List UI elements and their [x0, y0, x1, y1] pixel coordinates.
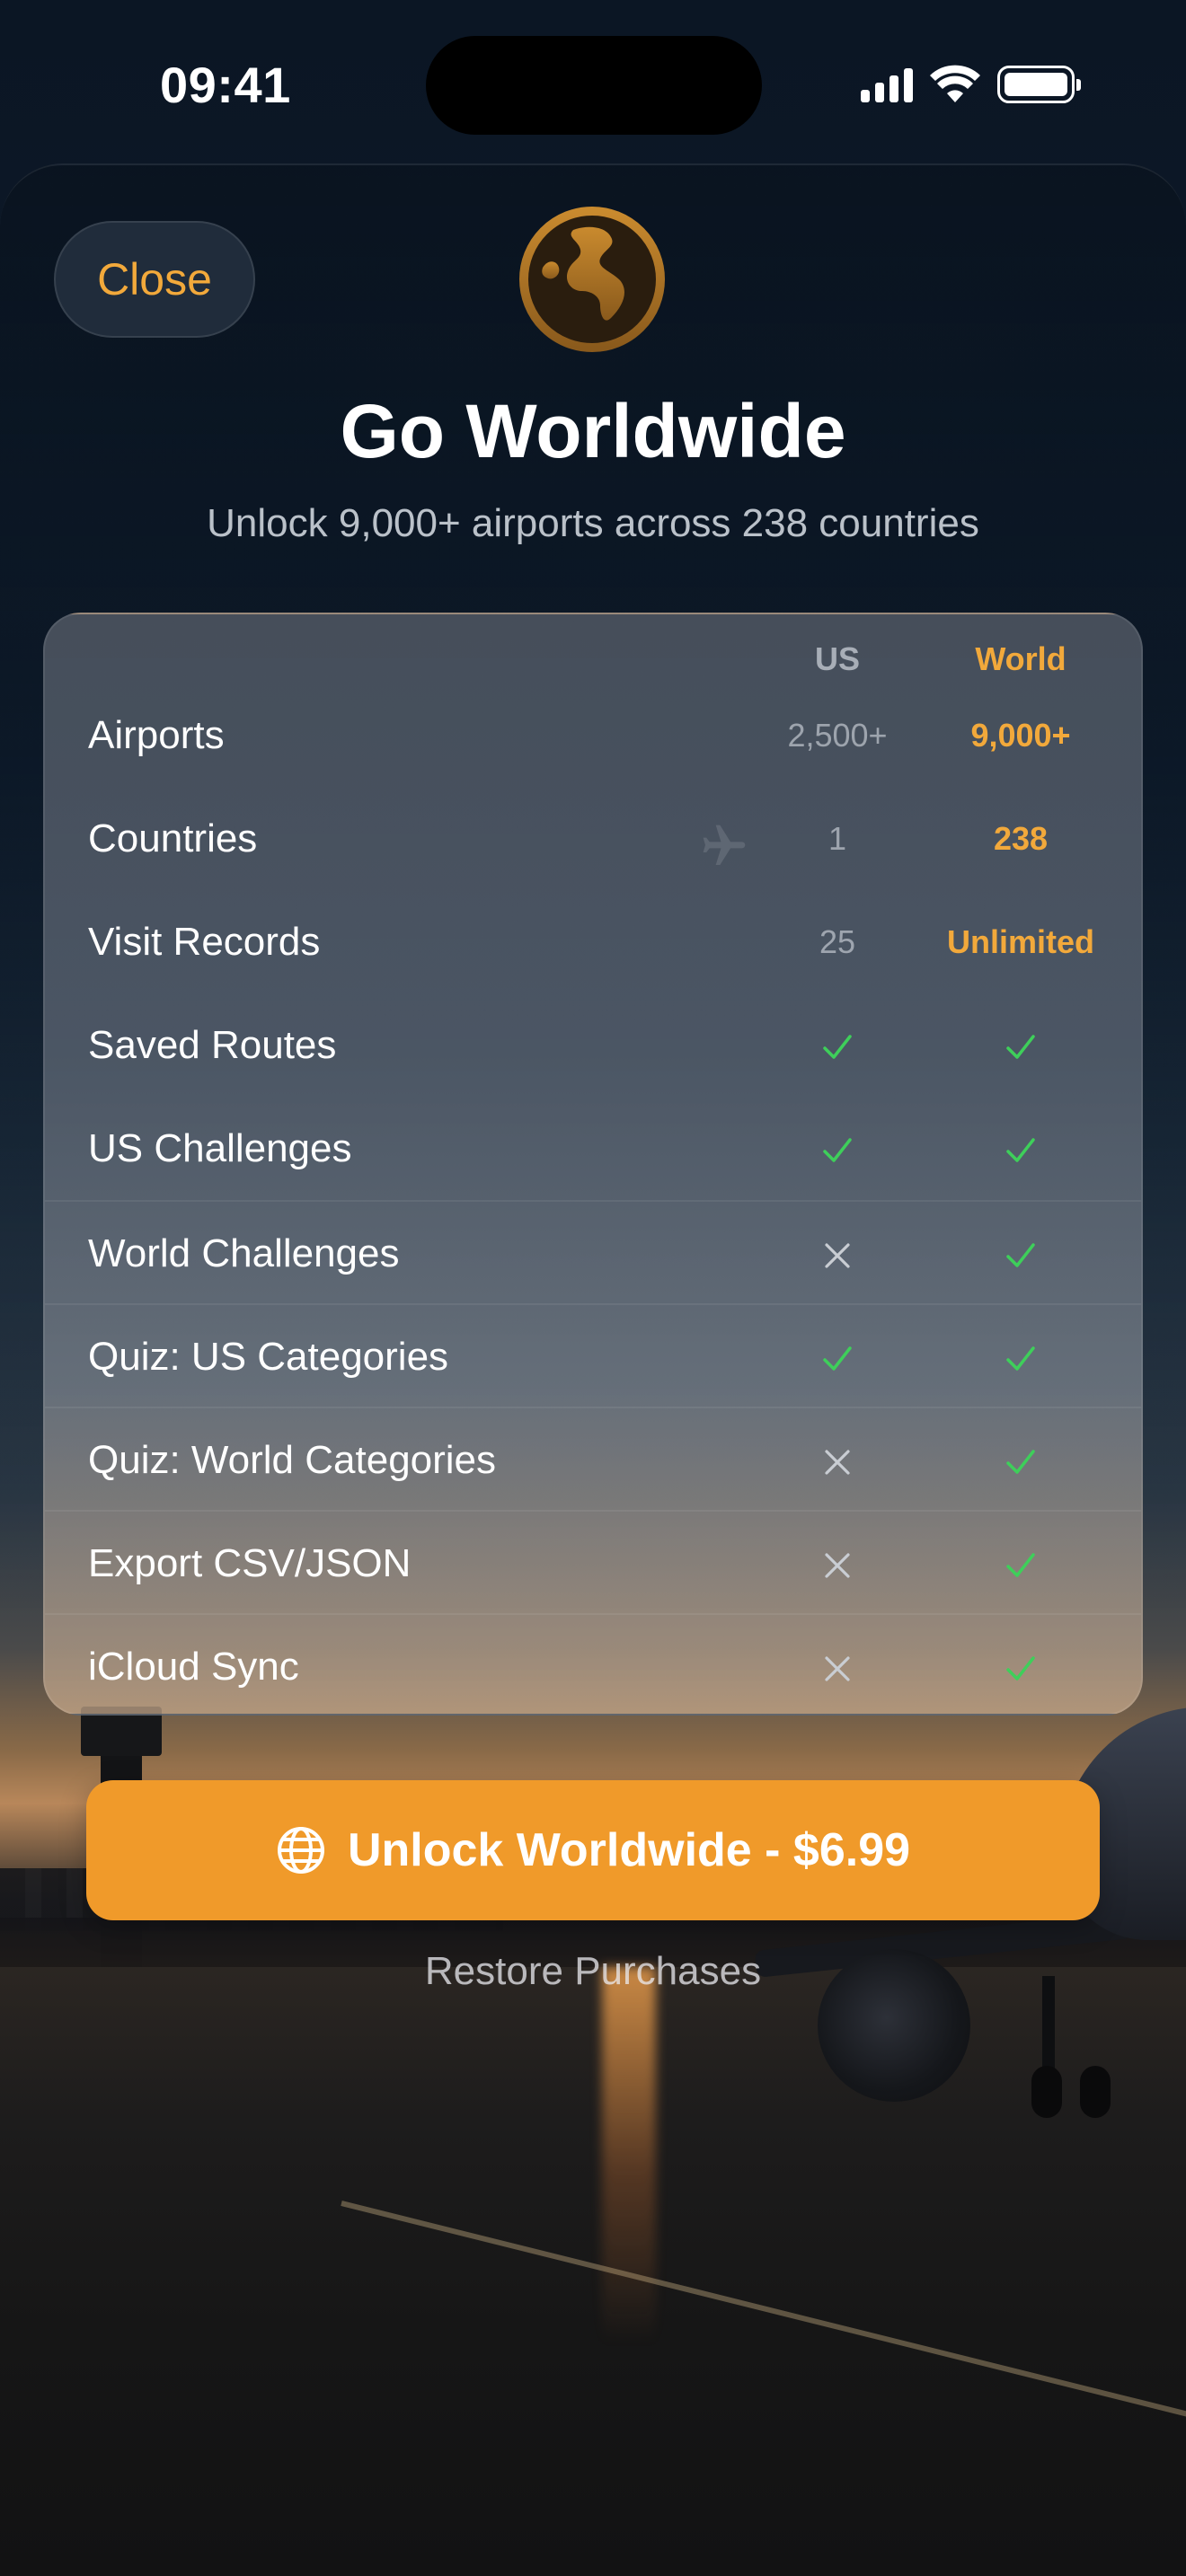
cross-icon — [748, 1202, 927, 1305]
world-value: 238 — [993, 819, 1049, 857]
feature-label: Visit Records — [88, 919, 321, 964]
globe-icon — [277, 1827, 324, 1874]
world-value: 9,000+ — [970, 716, 1071, 754]
feature-label: US Challenges — [88, 1125, 352, 1170]
check-icon — [748, 1305, 927, 1408]
check-icon — [931, 1305, 1111, 1408]
restore-purchases-link[interactable]: Restore Purchases — [0, 1949, 1186, 1994]
us-value: 1 — [828, 819, 847, 857]
table-row: Saved Routes — [45, 993, 1141, 1097]
feature-label: iCloud Sync — [88, 1644, 299, 1689]
unlock-worldwide-button[interactable]: Unlock Worldwide - $6.99 — [86, 1780, 1100, 1920]
comparison-table: US World Airports 2,500+ 9,000+ Countries 1 2… — [43, 613, 1143, 1716]
close-button[interactable]: Close — [54, 221, 255, 338]
battery-icon — [997, 66, 1081, 103]
wifi-icon — [930, 65, 980, 102]
dynamic-island — [426, 36, 762, 135]
feature-label: Saved Routes — [88, 1022, 337, 1067]
world-value: Unlimited — [946, 922, 1094, 960]
page-title: Go Worldwide — [340, 389, 846, 473]
check-icon — [931, 1097, 1111, 1200]
us-value: 2,500+ — [787, 716, 888, 754]
paywall-screen: 09:41 Close Go Worldwide Unlock 9,000+ a… — [0, 0, 1186, 2576]
cross-icon — [748, 1512, 927, 1615]
us-value: 25 — [819, 922, 856, 960]
check-icon — [931, 1512, 1111, 1615]
cross-icon — [748, 1615, 927, 1715]
table-row: Airports 2,500+ 9,000+ — [45, 684, 1141, 787]
unlock-button-label: Unlock Worldwide - $6.99 — [347, 1824, 911, 1876]
table-row: Quiz: World Categories — [45, 1406, 1141, 1512]
table-row: Visit Records 25 Unlimited — [45, 890, 1141, 993]
cellular-signal-icon — [861, 66, 913, 102]
feature-label: Quiz: US Categories — [88, 1334, 449, 1379]
check-icon — [748, 1097, 927, 1200]
check-icon — [931, 1615, 1111, 1715]
feature-label: Export CSV/JSON — [88, 1540, 412, 1585]
table-row: World Challenges — [45, 1199, 1141, 1305]
status-time: 09:41 — [160, 57, 291, 113]
column-header-us: US — [814, 640, 860, 677]
check-icon — [931, 993, 1111, 1097]
feature-label: Quiz: World Categories — [88, 1437, 497, 1482]
globe-logo-icon — [519, 207, 665, 352]
check-icon — [748, 993, 927, 1097]
feature-label: World Challenges — [88, 1231, 400, 1275]
table-row: Quiz: US Categories — [45, 1302, 1141, 1408]
table-row: Countries 1 238 — [45, 787, 1141, 890]
table-row: Export CSV/JSON — [45, 1509, 1141, 1615]
table-row: US Challenges — [45, 1097, 1141, 1200]
cross-icon — [748, 1408, 927, 1512]
status-icons — [861, 65, 1081, 104]
feature-label: Airports — [88, 712, 225, 757]
feature-label: Countries — [88, 816, 258, 860]
column-header-world: World — [975, 640, 1067, 677]
check-icon — [931, 1202, 1111, 1305]
table-row: iCloud Sync — [45, 1612, 1141, 1715]
page-subtitle: Unlock 9,000+ airports across 238 countr… — [207, 501, 979, 545]
check-icon — [931, 1408, 1111, 1512]
